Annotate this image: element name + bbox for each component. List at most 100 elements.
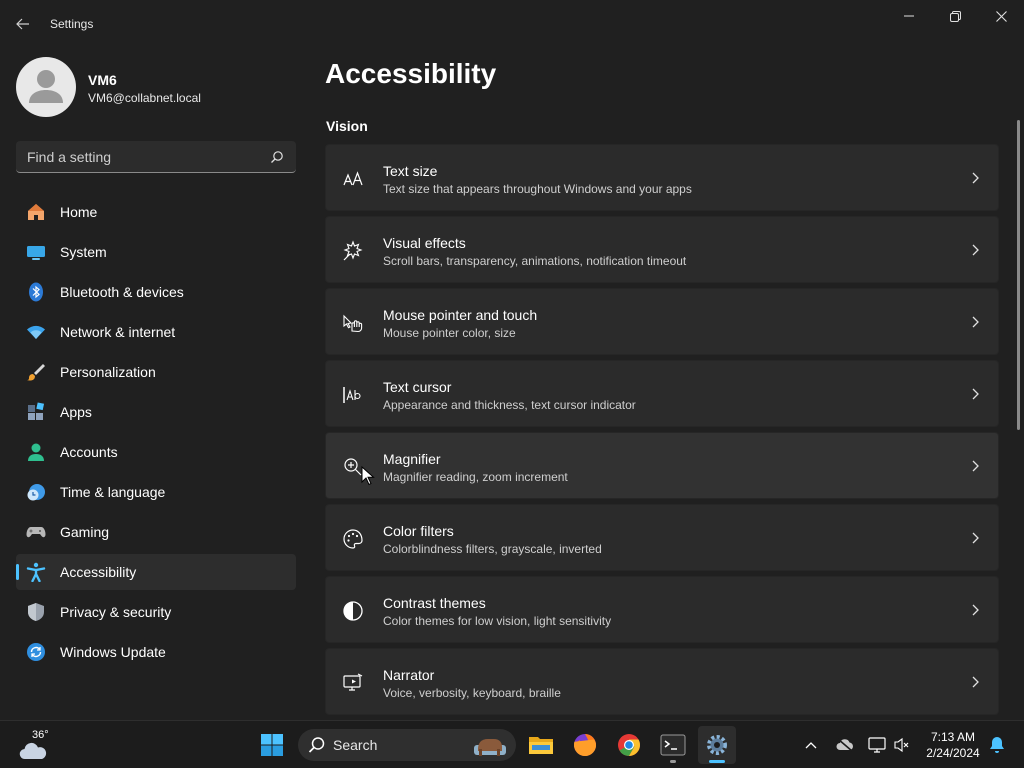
volume-muted-icon bbox=[894, 737, 909, 753]
sidebar-item-windows-update[interactable]: Windows Update bbox=[16, 634, 296, 670]
taskbar-search-label: Search bbox=[333, 737, 378, 753]
gamepad-icon bbox=[26, 527, 46, 538]
taskbar-settings[interactable] bbox=[698, 726, 736, 764]
sidebar-item-privacy[interactable]: Privacy & security bbox=[16, 594, 296, 630]
sidebar-item-label: Windows Update bbox=[60, 644, 166, 660]
chevron-right-icon bbox=[972, 676, 979, 688]
back-arrow-icon bbox=[16, 18, 29, 30]
search-highlight-image-icon bbox=[474, 739, 506, 756]
card-title: Color filters bbox=[383, 523, 454, 539]
title-bar: Settings bbox=[0, 0, 1024, 48]
search-input[interactable] bbox=[16, 141, 266, 172]
taskbar-chrome[interactable] bbox=[610, 726, 648, 764]
sidebar-item-gaming[interactable]: Gaming bbox=[16, 514, 296, 550]
restore-button[interactable] bbox=[932, 0, 978, 32]
bell-icon bbox=[990, 737, 1004, 753]
taskbar-file-explorer[interactable] bbox=[522, 726, 560, 764]
card-description: Text size that appears throughout Window… bbox=[383, 182, 692, 196]
sidebar-item-accessibility[interactable]: Accessibility bbox=[16, 554, 296, 590]
file-explorer-icon bbox=[529, 737, 553, 754]
sidebar-item-bluetooth[interactable]: Bluetooth & devices bbox=[16, 274, 296, 310]
start-icon bbox=[261, 734, 283, 756]
user-email: VM6@collabnet.local bbox=[88, 91, 201, 105]
active-indicator bbox=[709, 760, 725, 763]
tray-onedrive[interactable] bbox=[830, 726, 860, 764]
card-description: Appearance and thickness, text cursor in… bbox=[383, 398, 636, 412]
card-description: Magnifier reading, zoom increment bbox=[383, 470, 568, 484]
taskbar-terminal[interactable] bbox=[654, 726, 692, 764]
settings-card-list: Text size Text size that appears through… bbox=[325, 144, 999, 720]
sidebar-item-label: Apps bbox=[60, 404, 92, 420]
sidebar-item-label: Accessibility bbox=[60, 564, 137, 580]
close-button[interactable] bbox=[978, 0, 1024, 32]
card-text-size[interactable]: Text size Text size that appears through… bbox=[325, 144, 999, 211]
taskbar-firefox[interactable] bbox=[566, 726, 604, 764]
palette-icon bbox=[343, 529, 363, 549]
settings-icon bbox=[707, 735, 727, 755]
card-text-cursor[interactable]: Text cursor Appearance and thickness, te… bbox=[325, 360, 999, 427]
minimize-icon bbox=[904, 15, 914, 17]
firefox-icon bbox=[574, 734, 597, 756]
card-title: Narrator bbox=[383, 667, 435, 683]
back-button[interactable] bbox=[8, 10, 38, 38]
show-hidden-icons-button[interactable] bbox=[796, 726, 826, 764]
clock-time: 7:13 AM bbox=[930, 730, 976, 744]
sidebar-item-time-language[interactable]: Time & language bbox=[16, 474, 296, 510]
chevron-right-icon bbox=[972, 172, 979, 184]
network-icon bbox=[868, 737, 886, 753]
scrollbar[interactable] bbox=[1017, 120, 1020, 430]
card-magnifier[interactable]: Magnifier Magnifier reading, zoom increm… bbox=[325, 432, 999, 499]
sidebar-item-accounts[interactable]: Accounts bbox=[16, 434, 296, 470]
sidebar-item-label: Bluetooth & devices bbox=[60, 284, 184, 300]
sidebar-item-label: Time & language bbox=[60, 484, 166, 500]
find-setting-search[interactable] bbox=[16, 141, 296, 173]
restore-icon bbox=[949, 10, 961, 22]
home-icon bbox=[28, 204, 44, 220]
weather-widget[interactable]: 36° bbox=[16, 729, 52, 763]
visual-effects-icon bbox=[343, 240, 363, 261]
card-contrast-themes[interactable]: Contrast themes Color themes for low vis… bbox=[325, 576, 999, 643]
sidebar-item-label: Accounts bbox=[60, 444, 118, 460]
running-indicator bbox=[670, 760, 676, 763]
sidebar-item-home[interactable]: Home bbox=[16, 194, 296, 230]
search-icon bbox=[271, 151, 283, 163]
minimize-button[interactable] bbox=[886, 0, 932, 32]
card-title: Visual effects bbox=[383, 235, 466, 251]
avatar[interactable] bbox=[16, 57, 76, 117]
chevron-right-icon bbox=[972, 532, 979, 544]
card-mouse-pointer[interactable]: Mouse pointer and touch Mouse pointer co… bbox=[325, 288, 999, 355]
sidebar-item-label: Personalization bbox=[60, 364, 156, 380]
chevron-right-icon bbox=[972, 388, 979, 400]
chevron-right-icon bbox=[972, 316, 979, 328]
taskbar-start-button[interactable] bbox=[253, 726, 291, 764]
tray-clock[interactable]: 7:13 AM 2/24/2024 bbox=[921, 729, 985, 761]
notification-button[interactable] bbox=[982, 726, 1012, 764]
card-visual-effects[interactable]: Visual effects Scroll bars, transparency… bbox=[325, 216, 999, 283]
card-description: Colorblindness filters, grayscale, inver… bbox=[383, 542, 602, 556]
card-description: Scroll bars, transparency, animations, n… bbox=[383, 254, 687, 268]
close-icon bbox=[995, 10, 1007, 22]
user-avatar-icon bbox=[29, 70, 63, 103]
card-description: Mouse pointer color, size bbox=[383, 326, 516, 340]
sidebar-item-system[interactable]: System bbox=[16, 234, 296, 270]
terminal-icon bbox=[660, 734, 686, 756]
card-narrator[interactable]: Narrator Voice, verbosity, keyboard, bra… bbox=[325, 648, 999, 715]
taskbar-search[interactable]: Search bbox=[298, 729, 516, 761]
sidebar-item-label: Network & internet bbox=[60, 324, 176, 340]
clock-date: 2/24/2024 bbox=[926, 746, 980, 760]
system-icon bbox=[27, 246, 45, 260]
sidebar-item-personalization[interactable]: Personalization bbox=[16, 354, 296, 390]
sidebar-item-network[interactable]: Network & internet bbox=[16, 314, 296, 350]
shield-icon bbox=[28, 603, 44, 621]
card-title: Text size bbox=[383, 163, 438, 179]
page-title: Accessibility bbox=[325, 58, 497, 89]
card-title: Mouse pointer and touch bbox=[383, 307, 538, 323]
chevron-right-icon bbox=[972, 244, 979, 256]
tray-volume[interactable] bbox=[888, 726, 916, 764]
sidebar-item-apps[interactable]: Apps bbox=[16, 394, 296, 430]
card-description: Voice, verbosity, keyboard, braille bbox=[383, 686, 561, 700]
card-color-filters[interactable]: Color filters Colorblindness filters, gr… bbox=[325, 504, 999, 571]
chrome-icon bbox=[618, 734, 640, 756]
sidebar-item-label: System bbox=[60, 244, 107, 260]
update-icon bbox=[27, 643, 45, 661]
